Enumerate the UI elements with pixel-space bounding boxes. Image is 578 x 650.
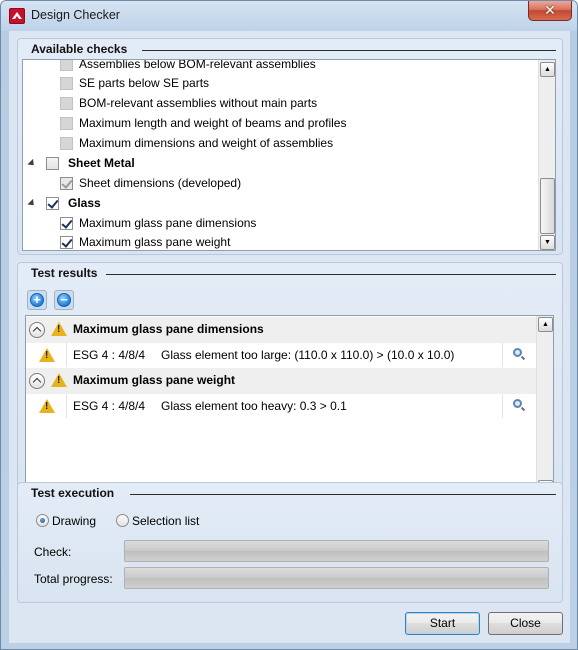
expand-triangle-icon[interactable] xyxy=(27,158,37,169)
collapse-icon[interactable] xyxy=(29,322,45,338)
checkbox[interactable] xyxy=(60,117,73,130)
checkbox[interactable] xyxy=(46,157,59,170)
cell-divider xyxy=(66,343,67,367)
tree-item[interactable]: Maximum length and weight of beams and p… xyxy=(23,114,533,133)
tree-item-label: Sheet dimensions (developed) xyxy=(79,176,242,190)
app-logo-icon xyxy=(9,8,25,24)
zoom-to-element-icon[interactable] xyxy=(513,348,522,357)
test-results-group: Test results + − ! Maximum glass pane di… xyxy=(17,262,563,502)
close-button[interactable]: Close xyxy=(488,612,563,635)
check-progress-label: Check: xyxy=(34,545,72,559)
radio-label: Selection list xyxy=(132,514,200,528)
minus-icon: − xyxy=(57,293,71,307)
tree-item[interactable]: Assemblies below BOM-relevant assemblies xyxy=(23,59,533,74)
test-results-list[interactable]: ! Maximum glass pane dimensions ! ESG 4 … xyxy=(25,315,554,497)
plus-icon: + xyxy=(30,293,44,307)
check-progress-bar xyxy=(124,540,549,562)
tree-item-label: Maximum glass pane dimensions xyxy=(79,216,257,230)
tree-item-label: Maximum dimensions and weight of assembl… xyxy=(79,136,334,150)
tree-item[interactable]: Maximum dimensions and weight of assembl… xyxy=(23,134,533,153)
scroll-down-icon[interactable]: ▼ xyxy=(540,235,555,250)
result-row[interactable]: ! ESG 4 : 4/8/4 Glass element too large:… xyxy=(26,343,553,367)
available-checks-title: Available checks xyxy=(31,42,128,56)
warning-icon: ! xyxy=(39,348,55,362)
tree-item[interactable]: Maximum glass pane weight xyxy=(23,233,533,250)
radio-drawing[interactable]: Drawing xyxy=(36,513,116,529)
checkbox[interactable] xyxy=(60,137,73,150)
cell-divider xyxy=(502,394,503,418)
checkbox[interactable] xyxy=(60,177,73,190)
tree-item-label: SE parts below SE parts xyxy=(79,76,210,90)
scroll-up-icon[interactable]: ▲ xyxy=(540,62,555,77)
checkbox[interactable] xyxy=(46,197,59,210)
total-progress-label: Total progress: xyxy=(34,572,113,586)
warning-icon: ! xyxy=(51,322,67,336)
expand-all-button[interactable]: + xyxy=(27,290,47,310)
cell-divider xyxy=(66,394,67,418)
tree-item-label: Sheet Metal xyxy=(68,156,135,170)
available-checks-tree[interactable]: Assemblies below BOM-relevant assemblies… xyxy=(22,59,556,251)
result-element: ESG 4 : 4/8/4 xyxy=(73,399,146,413)
group-divider xyxy=(130,494,556,495)
tree-item-sheet-metal[interactable]: Sheet Metal xyxy=(23,154,533,173)
checkbox[interactable] xyxy=(60,217,73,230)
dialog-body: Available checks Assemblies below BOM-re… xyxy=(9,31,570,643)
total-progress-bar xyxy=(124,567,549,589)
result-group-title: Maximum glass pane weight xyxy=(73,373,236,387)
test-results-title: Test results xyxy=(31,266,98,280)
test-execution-title: Test execution xyxy=(31,486,115,500)
tree-item[interactable]: BOM-relevant assemblies without main par… xyxy=(23,94,533,113)
result-group-header[interactable]: ! Maximum glass pane weight xyxy=(26,368,553,394)
design-checker-window: Design Checker ✕ Available checks Assemb… xyxy=(0,0,578,650)
result-group-header[interactable]: ! Maximum glass pane dimensions xyxy=(26,317,553,343)
available-checks-group: Available checks Assemblies below BOM-re… xyxy=(17,38,563,255)
tree-item-label: BOM-relevant assemblies without main par… xyxy=(79,96,318,110)
results-scrollbar[interactable]: ▲ ▼ xyxy=(536,316,553,496)
result-element: ESG 4 : 4/8/4 xyxy=(73,348,146,362)
expand-triangle-icon[interactable] xyxy=(27,198,37,209)
radio-button[interactable] xyxy=(36,514,49,527)
group-divider xyxy=(106,274,556,275)
title-bar: Design Checker ✕ xyxy=(1,1,577,31)
checkbox[interactable] xyxy=(60,77,73,90)
window-title: Design Checker xyxy=(31,8,120,22)
result-group-title: Maximum glass pane dimensions xyxy=(73,322,264,336)
window-close-button[interactable]: ✕ xyxy=(528,1,572,21)
result-row[interactable]: ! ESG 4 : 4/8/4 Glass element too heavy:… xyxy=(26,394,553,418)
warning-icon: ! xyxy=(39,399,55,413)
warning-icon: ! xyxy=(51,373,67,387)
tree-item[interactable]: Maximum glass pane dimensions xyxy=(23,214,533,233)
checkbox[interactable] xyxy=(60,97,73,110)
zoom-to-element-icon[interactable] xyxy=(513,399,522,408)
radio-button[interactable] xyxy=(116,514,129,527)
tree-item[interactable]: SE parts below SE parts xyxy=(23,74,533,93)
scroll-up-icon[interactable]: ▲ xyxy=(538,317,553,332)
result-message: Glass element too large: (110.0 x 110.0)… xyxy=(161,348,455,362)
scroll-thumb[interactable] xyxy=(540,178,555,234)
collapse-all-button[interactable]: − xyxy=(54,290,74,310)
checkbox[interactable] xyxy=(60,236,73,249)
tree-item-label: Maximum glass pane weight xyxy=(79,235,231,249)
result-message: Glass element too heavy: 0.3 > 0.1 xyxy=(161,399,347,413)
close-icon: ✕ xyxy=(544,2,556,18)
cell-divider xyxy=(502,343,503,367)
tree-item-label: Maximum length and weight of beams and p… xyxy=(79,116,347,130)
tree-scrollbar[interactable]: ▲ ▼ xyxy=(538,60,555,250)
radio-selection-list[interactable]: Selection list xyxy=(116,513,226,529)
tree-item-glass[interactable]: Glass xyxy=(23,194,533,213)
start-button[interactable]: Start xyxy=(405,612,480,635)
tree-item-label: Assemblies below BOM-relevant assemblies xyxy=(79,59,316,71)
group-divider xyxy=(142,50,556,51)
tree-item[interactable]: Sheet dimensions (developed) xyxy=(23,174,533,193)
checkbox[interactable] xyxy=(60,60,73,71)
radio-label: Drawing xyxy=(52,514,97,528)
test-execution-group: Test execution Drawing Selection list Ch… xyxy=(17,482,563,603)
tree-item-label: Glass xyxy=(68,196,101,210)
collapse-icon[interactable] xyxy=(29,373,45,389)
